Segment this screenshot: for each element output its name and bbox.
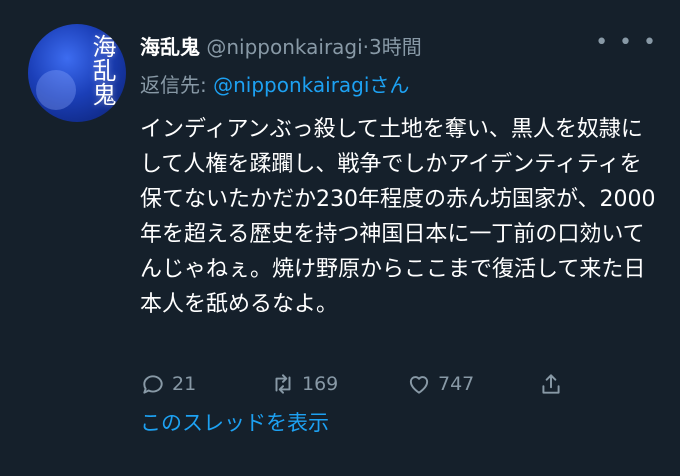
retweet-button[interactable]: 169 [270,368,338,400]
reply-to-handle[interactable]: @nipponkairagiさん [213,73,409,97]
avatar[interactable]: 海乱鬼 [28,24,126,122]
action-bar: 21 169 747 [140,368,660,400]
share-icon [542,374,560,394]
reply-button[interactable]: 21 [140,368,196,400]
tweet-timestamp[interactable]: 3時間 [369,35,422,59]
retweet-count: 169 [302,373,339,395]
tweet[interactable]: 海乱鬼 海乱鬼 @nipponkairagi·3時間 • • • 返信先: @n… [0,0,680,476]
user-handle[interactable]: @nipponkairagi [206,35,362,59]
heart-icon [409,376,429,394]
share-button[interactable] [538,368,570,400]
reply-icon [143,375,163,394]
avatar-decoration [36,70,76,110]
like-count: 747 [438,373,475,395]
avatar-calligraphy: 海乱鬼 [88,34,116,106]
more-options-icon[interactable]: • • • [595,30,658,55]
like-button[interactable]: 747 [406,368,474,400]
tweet-text: インディアンぶっ殺して土地を奪い、黒人を奴隷にして人権を蹂躙し、戦争でしかアイデ… [140,117,656,317]
reply-to-label: 返信先: [140,73,214,97]
reply-count: 21 [172,373,197,395]
retweet-icon [275,374,291,394]
display-name[interactable]: 海乱鬼 [140,35,200,59]
tweet-header: 海乱鬼 @nipponkairagi·3時間 [140,34,422,60]
reply-to-line: 返信先: @nipponkairagiさん [140,72,409,98]
show-thread-link[interactable]: このスレッドを表示 [140,408,329,438]
